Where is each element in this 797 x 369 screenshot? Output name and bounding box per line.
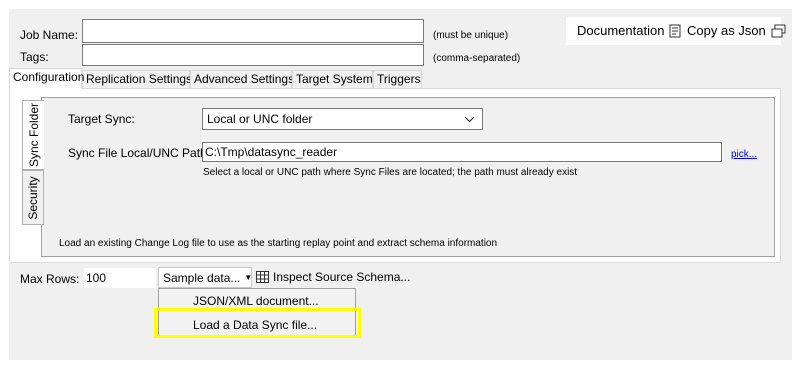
tags-input[interactable] — [82, 44, 424, 66]
job-name-hint: (must be unique) — [433, 30, 509, 41]
tab-advanced-settings[interactable]: Advanced Settings — [190, 70, 294, 88]
menu-item-load-data-sync[interactable]: Load a Data Sync file... — [193, 318, 317, 332]
top-actions: Documentation Copy as Json — [566, 17, 786, 45]
load-hint-text: Load an existing Change Log file to use … — [59, 238, 498, 249]
document-icon — [669, 24, 681, 37]
tags-hint: (comma-separated) — [433, 53, 521, 64]
tab-target-system[interactable]: Target System — [292, 70, 373, 88]
copy-json-button[interactable]: Copy as Json — [687, 23, 786, 38]
copy-json-label: Copy as Json — [687, 23, 766, 38]
copy-icon — [771, 24, 786, 37]
tab-triggers[interactable]: Triggers — [373, 70, 422, 88]
sample-data-menu: JSON/XML document... Load a Data Sync fi… — [158, 288, 356, 338]
target-sync-label: Target Sync: — [68, 112, 135, 126]
menu-item-json-xml[interactable]: JSON/XML document... — [193, 294, 319, 308]
chevron-down-icon — [464, 116, 475, 123]
target-sync-dropdown[interactable]: Local or UNC folder — [202, 108, 483, 130]
inspect-schema-label: Inspect Source Schema... — [273, 270, 411, 284]
sample-data-label: Sample data... — [163, 270, 241, 285]
max-rows-label: Max Rows: — [20, 272, 80, 286]
tags-label: Tags: — [20, 50, 49, 64]
side-tab-strip: Sync Folder Security — [22, 100, 44, 225]
path-label: Sync File Local/UNC Path: — [68, 146, 211, 160]
side-tab-security[interactable]: Security — [22, 170, 44, 225]
job-name-input[interactable] — [82, 19, 424, 43]
job-name-label: Job Name: — [20, 28, 79, 42]
documentation-button[interactable]: Documentation — [577, 23, 681, 38]
documentation-label: Documentation — [577, 23, 665, 38]
max-rows-input[interactable]: 100 — [84, 268, 156, 288]
path-help-text: Select a local or UNC path where Sync Fi… — [203, 167, 578, 178]
pick-link[interactable]: pick... — [731, 149, 757, 160]
sync-path-input[interactable]: C:\Tmp\datasync_reader — [202, 142, 722, 162]
sample-data-button[interactable]: Sample data... ▼ — [158, 267, 252, 288]
tab-configuration[interactable]: Configuration — [9, 68, 84, 89]
side-tab-sync-folder-label: Sync Folder — [26, 102, 41, 168]
tab-replication-settings[interactable]: Replication Settings — [82, 70, 192, 88]
dropdown-arrow-icon: ▼ — [244, 273, 253, 282]
target-sync-value: Local or UNC folder — [207, 112, 313, 126]
side-tab-security-label: Security — [26, 175, 40, 220]
table-icon — [256, 271, 269, 283]
side-tab-sync-folder[interactable]: Sync Folder — [22, 100, 44, 170]
inspect-schema-button[interactable]: Inspect Source Schema... — [256, 270, 410, 284]
